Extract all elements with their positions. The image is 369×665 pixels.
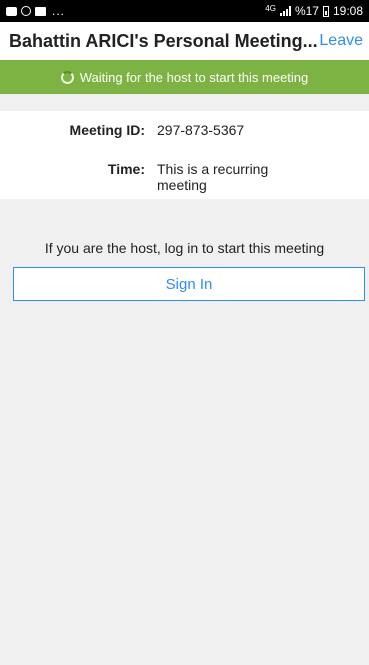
clock: 19:08 bbox=[332, 4, 363, 18]
sign-in-button[interactable]: Sign In bbox=[13, 267, 365, 301]
meeting-id-value: 297-873-5367 bbox=[157, 122, 245, 138]
leave-button[interactable]: Leave bbox=[319, 32, 363, 50]
messenger-icon bbox=[21, 6, 31, 16]
network-type: 4G bbox=[265, 3, 276, 13]
waiting-text: Waiting for the host to start this meeti… bbox=[79, 69, 309, 85]
status-bar: ... 4G %17 19:08 bbox=[0, 0, 369, 22]
meeting-info: Meeting ID: 297-873-5367 Time: This is a… bbox=[0, 111, 369, 199]
loading-spinner-icon bbox=[60, 70, 74, 84]
battery-percent: %17 bbox=[294, 4, 319, 18]
battery-icon bbox=[322, 5, 329, 17]
header: Bahattin ARICI's Personal Meeting... Lea… bbox=[0, 22, 369, 60]
host-prompt: If you are the host, log in to start thi… bbox=[44, 240, 325, 256]
meeting-id-label: Meeting ID: bbox=[69, 122, 145, 138]
media-icon bbox=[6, 6, 17, 16]
page-title: Bahattin ARICI's Personal Meeting... bbox=[9, 30, 318, 51]
flipboard-icon bbox=[35, 6, 46, 16]
more-notifications: ... bbox=[52, 4, 66, 18]
waiting-banner: Waiting for the host to start this meeti… bbox=[0, 60, 369, 94]
time-label: Time: bbox=[107, 161, 145, 177]
time-value: This is a recurring meeting bbox=[157, 161, 269, 193]
signal-icon bbox=[279, 6, 291, 16]
